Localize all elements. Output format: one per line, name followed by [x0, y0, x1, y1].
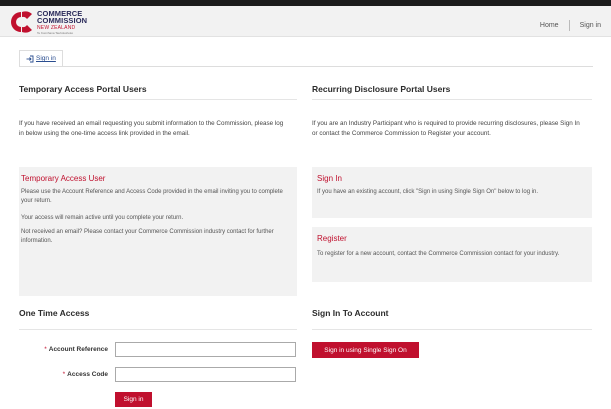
logo-line-commission: COMMISSION — [37, 16, 88, 25]
temporary-access-panel: Temporary Access User Please use the Acc… — [19, 167, 297, 296]
tab-sign-in-label: Sign in — [36, 55, 56, 62]
nav-sign-in-link[interactable]: Sign in — [580, 22, 601, 29]
temporary-access-intro: If you have received an email requesting… — [19, 120, 284, 137]
one-time-access-title: One Time Access — [19, 308, 90, 318]
temporary-access-panel-text-1: Please use the Account Reference and Acc… — [21, 189, 283, 204]
nav-divider — [568, 20, 570, 31]
temporary-access-panel-text-3: Not received an email? Please contact yo… — [21, 229, 274, 244]
access-code-label: * Access Code — [20, 371, 108, 378]
sign-in-to-account-divider — [312, 329, 592, 330]
register-panel: Register To register for a new account, … — [312, 227, 592, 282]
temporary-access-divider — [19, 99, 297, 100]
register-panel-text: To register for a new account, contact t… — [317, 251, 560, 257]
sign-in-panel-title: Sign In — [317, 174, 342, 183]
tab-sign-in[interactable]: Sign in — [19, 50, 63, 66]
single-sign-on-button[interactable]: Sign in using Single Sign On — [312, 342, 419, 358]
tab-underline — [19, 66, 593, 67]
sign-in-panel-text: If you have an existing account, click "… — [317, 189, 539, 195]
account-reference-input[interactable] — [115, 342, 296, 357]
access-code-label-text: Access Code — [67, 371, 108, 378]
logo-line-new-zealand: NEW ZEALAND — [37, 24, 76, 31]
required-mark: * — [44, 346, 47, 353]
sign-in-panel: Sign In If you have an existing account,… — [312, 167, 592, 218]
logo-wordmark: COMMERCE COMMISSION NEW ZEALAND Te Komih… — [37, 9, 88, 35]
logo-mark-icon — [11, 11, 32, 33]
recurring-disclosure-divider — [312, 99, 592, 100]
sign-in-icon — [26, 55, 34, 63]
account-reference-label: * Account Reference — [20, 346, 108, 353]
required-mark: * — [62, 371, 66, 378]
temporary-access-title: Temporary Access Portal Users — [19, 84, 147, 94]
logo-line-maori: Te Komihana Tauhokohoko — [37, 30, 74, 35]
temporary-access-panel-text-2: Your access will remain active until you… — [21, 215, 184, 221]
temporary-access-user-title: Temporary Access User — [21, 174, 106, 183]
top-nav: Home Sign in — [540, 20, 601, 31]
sign-in-button[interactable]: Sign in — [115, 392, 152, 407]
nav-home-link[interactable]: Home — [540, 22, 559, 29]
sign-in-to-account-title: Sign In To Account — [312, 308, 389, 318]
recurring-disclosure-intro: If you are an Industry Participant who i… — [312, 120, 580, 137]
recurring-disclosure-title: Recurring Disclosure Portal Users — [312, 84, 451, 94]
one-time-access-divider — [19, 329, 297, 330]
site-header: COMMERCE COMMISSION NEW ZEALAND Te Komih… — [0, 6, 611, 37]
register-panel-title: Register — [317, 234, 347, 243]
commerce-commission-logo[interactable]: COMMERCE COMMISSION NEW ZEALAND Te Komih… — [8, 9, 88, 35]
access-code-input[interactable] — [115, 367, 296, 382]
account-reference-label-text: Account Reference — [48, 346, 108, 353]
